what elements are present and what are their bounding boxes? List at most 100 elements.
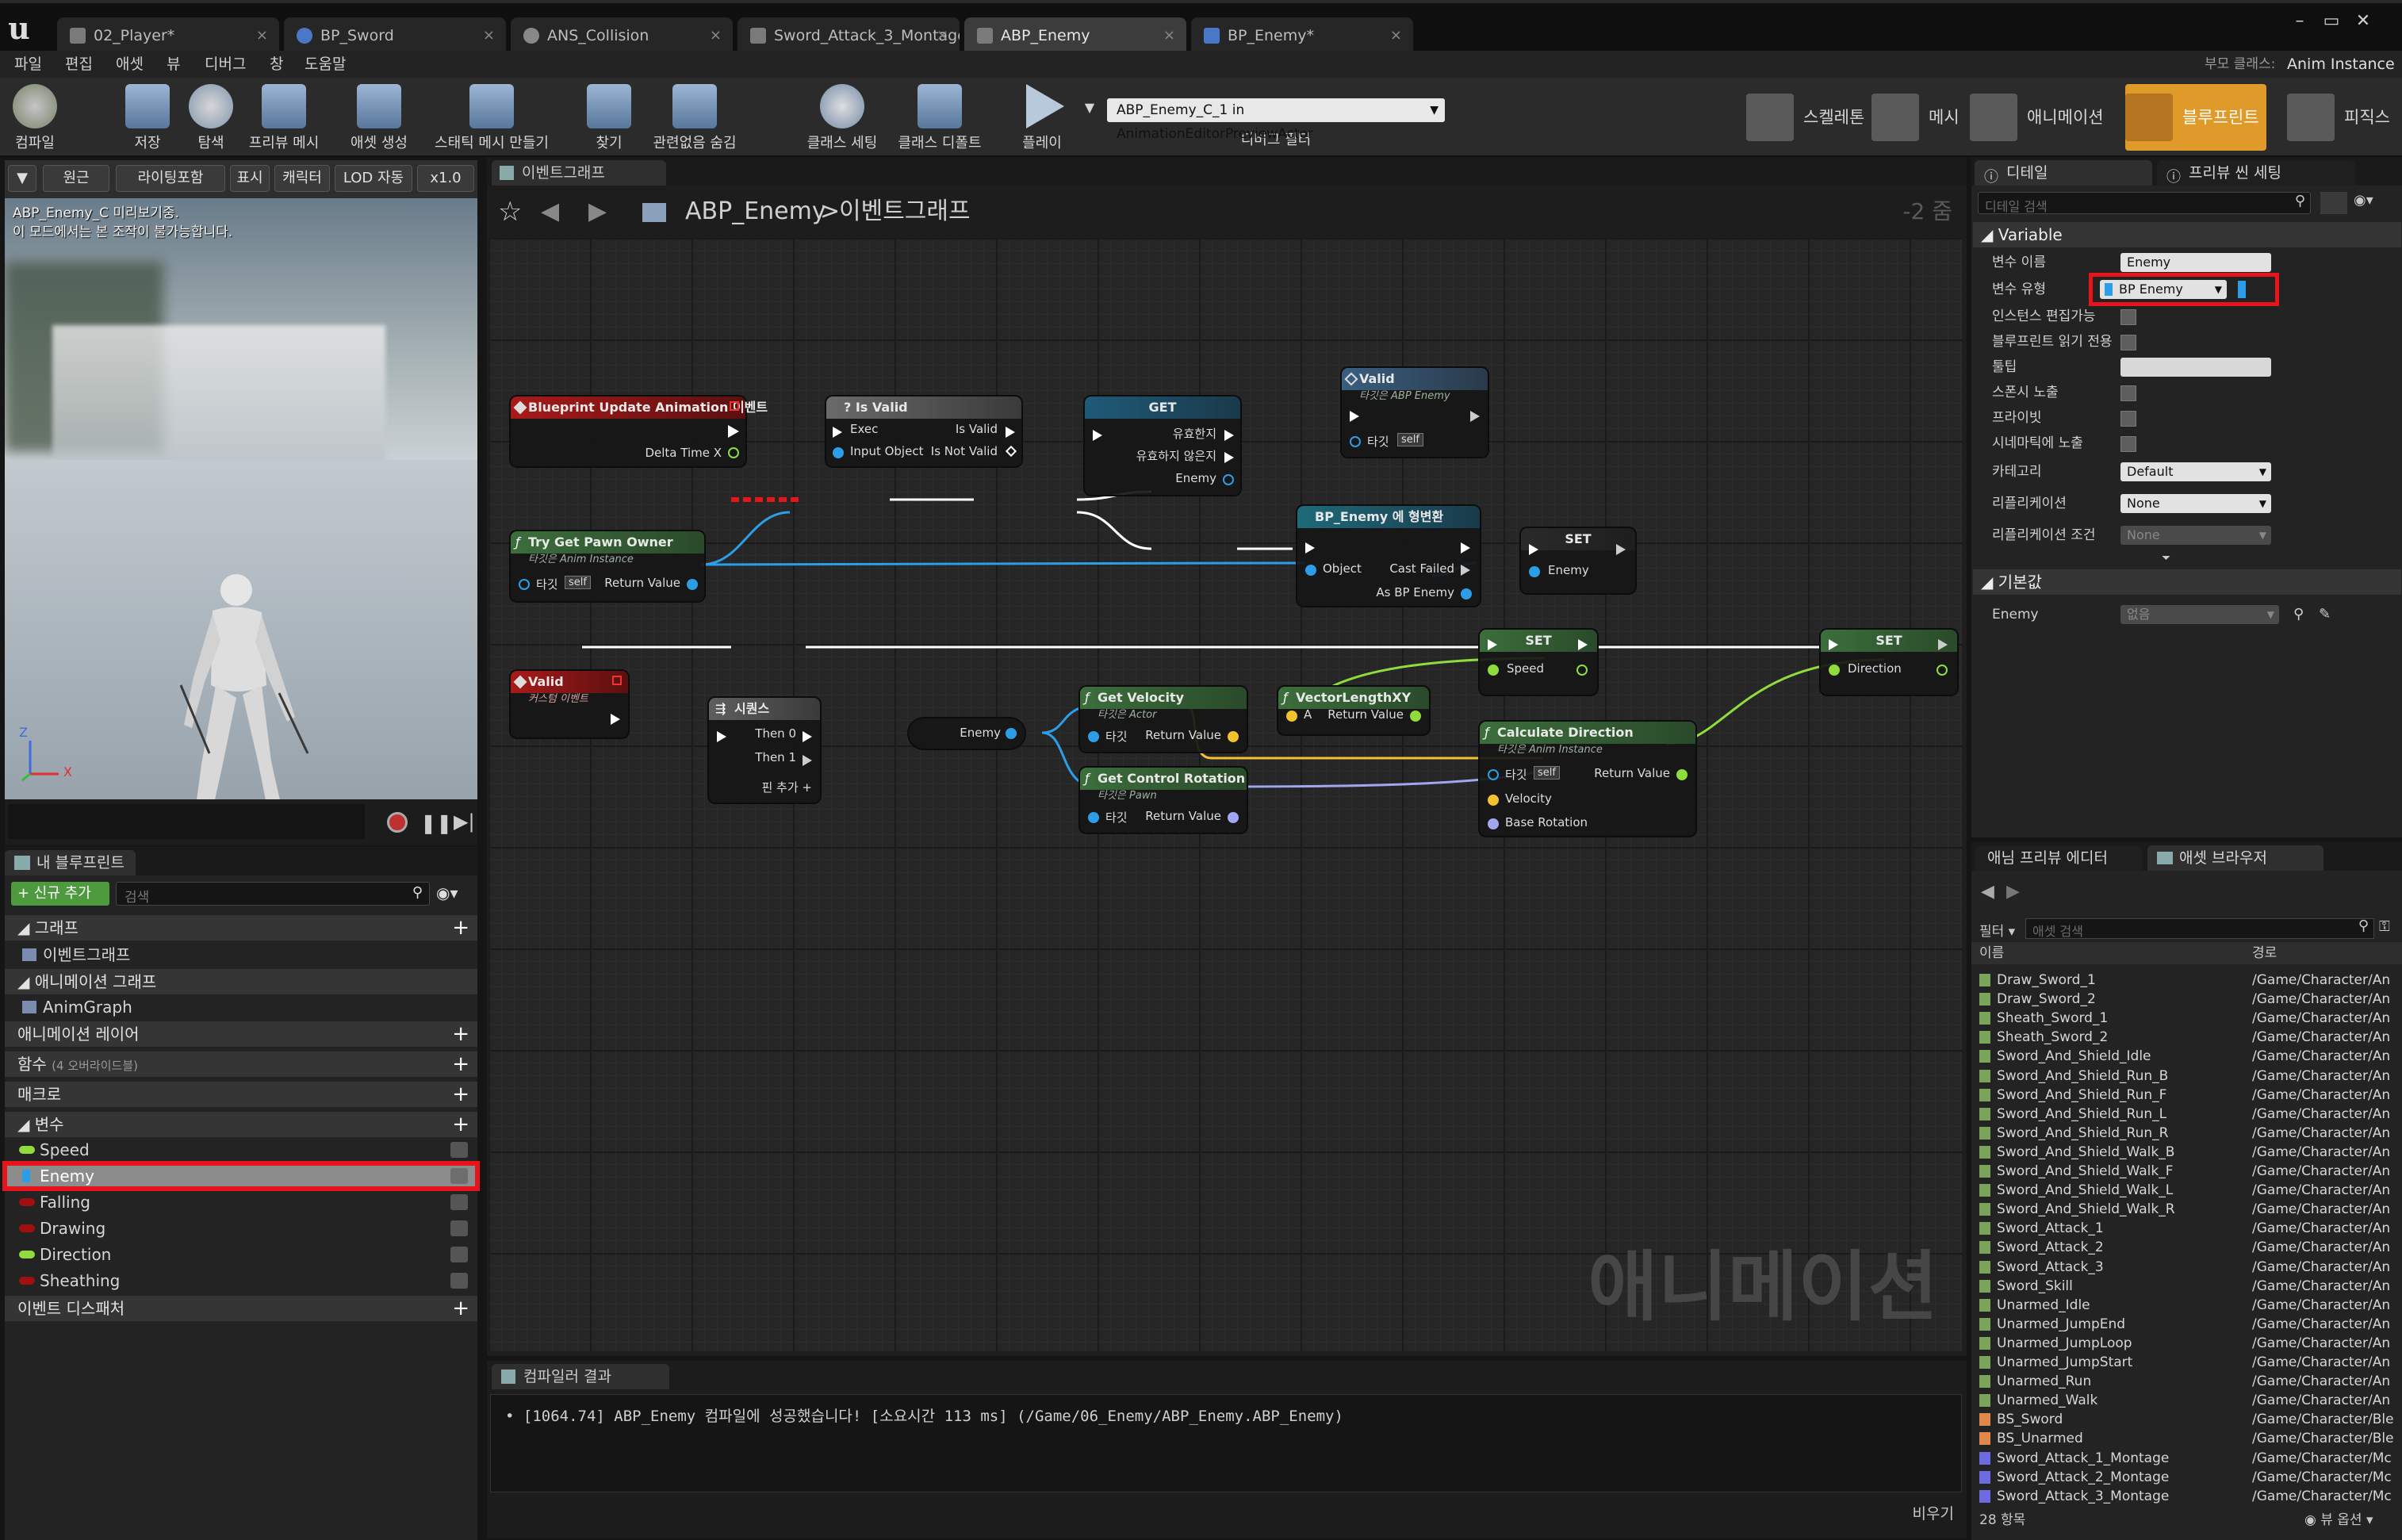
find-button[interactable]: 찾기 <box>579 78 639 157</box>
close-icon[interactable]: × <box>1163 17 1175 54</box>
visibility-eye-icon[interactable] <box>450 1142 468 1158</box>
exec-out-pin[interactable] <box>803 731 812 742</box>
make-static-mesh-button[interactable]: 스태틱 메시 만들기 <box>433 78 550 157</box>
node-get-velocity[interactable]: Get Velocity ƒ 타깃은 Actor 타깃 Return Value <box>1080 687 1247 752</box>
play-button[interactable]: 플레이 <box>1010 78 1074 157</box>
playback-speed-button[interactable]: x1.0 <box>417 165 474 192</box>
menu-edit[interactable]: 편집 <box>65 51 93 78</box>
node-valid-call[interactable]: Valid 타깃은 ABP Enemy 타깃 self <box>1342 368 1488 457</box>
close-icon[interactable]: × <box>1390 17 1402 54</box>
browse-button[interactable]: 탐색 <box>181 78 241 157</box>
tab-asset-browser[interactable]: 애셋 브라우저 <box>2147 845 2323 871</box>
rotator-out-pin[interactable] <box>1228 812 1239 823</box>
mode-blueprint[interactable]: 블루프린트 <box>2125 84 2266 151</box>
container-type-icon[interactable] <box>2238 281 2246 298</box>
category-dropdown[interactable]: Default ▼ <box>2120 462 2271 481</box>
node-set-direction[interactable]: SET Direction <box>1821 630 1957 695</box>
graph-item-event-graph[interactable]: 이벤트그래프 <box>5 942 477 967</box>
section-graphs[interactable]: ◢ 그래프 + <box>5 915 477 940</box>
tab-02-player[interactable]: 02_Player* × <box>57 17 279 54</box>
section-anim-graphs[interactable]: ◢ 애니메이션 그래프 <box>5 969 477 994</box>
delegate-pin-icon[interactable] <box>612 676 622 685</box>
exec-out-pin[interactable] <box>1224 430 1234 441</box>
asset-list-item[interactable]: Sword_And_Shield_Walk_B/Game/Character/A… <box>1979 1143 2400 1162</box>
filter-button[interactable]: 필터 ▾ <box>1979 920 2015 940</box>
mode-animation[interactable]: 애니메이션 <box>1970 84 2109 151</box>
target-in-pin[interactable] <box>519 579 530 590</box>
asset-list-item[interactable]: Sword_Attack_3_Montage/Game/Character/Mc <box>1979 1487 2400 1506</box>
viewport-menu-button[interactable]: ▼ <box>8 165 36 192</box>
mode-skeleton[interactable]: 스켈레톤 <box>1746 84 1865 151</box>
tab-bp-enemy[interactable]: BP_Enemy* × <box>1191 17 1413 54</box>
add-function-icon[interactable]: + <box>452 1052 469 1077</box>
asset-list-item[interactable]: Sword_Attack_3/Game/Character/An <box>1979 1258 2400 1277</box>
variable-enemy[interactable]: Enemy <box>2 1161 480 1191</box>
exec-in-pin[interactable] <box>833 427 842 438</box>
asset-list-item[interactable]: Draw_Sword_1/Game/Character/An <box>1979 971 2400 990</box>
variable-name-input[interactable]: Enemy <box>2120 253 2271 272</box>
record-icon[interactable] <box>387 812 408 833</box>
asset-list-item[interactable]: BS_Unarmed/Game/Character/Ble <box>1979 1429 2400 1448</box>
play-options-chevron-icon[interactable]: ▼ <box>1080 100 1099 119</box>
history-back-icon[interactable]: ◀ <box>1981 882 1994 902</box>
asset-list-item[interactable]: Sword_And_Shield_Run_L/Game/Character/An <box>1979 1105 2400 1124</box>
vector-in-pin[interactable] <box>1488 795 1499 806</box>
use-selected-icon[interactable]: ✎ <box>2319 603 2331 626</box>
node-vector-length-xy[interactable]: VectorLengthXY ƒ A Return Value <box>1278 687 1429 734</box>
tab-my-blueprint[interactable]: 내 블루프린트 <box>5 850 136 875</box>
tab-abp-enemy[interactable]: ABP_Enemy × <box>964 17 1186 54</box>
menu-file[interactable]: 파일 <box>14 51 42 78</box>
visibility-eye-icon[interactable]: ◉▾ <box>436 883 458 902</box>
tab-event-graph[interactable]: 이벤트그래프 <box>492 160 666 186</box>
tab-anim-preview-editor[interactable]: 애님 프리뷰 에디터 <box>1975 845 2143 871</box>
asset-list-item[interactable]: Sword_And_Shield_Run_F/Game/Character/An <box>1979 1086 2400 1105</box>
visibility-eye-icon[interactable] <box>450 1194 468 1210</box>
column-path[interactable]: 경로 <box>2252 942 2277 964</box>
node-set-speed[interactable]: SET Speed <box>1480 630 1597 695</box>
event-graph-canvas[interactable]: Blueprint Update Animation 이벤트 Delta Tim… <box>488 238 1962 1351</box>
close-icon[interactable]: × <box>937 17 948 54</box>
history-forward-icon[interactable]: ▶ <box>2006 882 2020 902</box>
breadcrumb-root[interactable]: ABP_Enemy <box>685 186 826 238</box>
close-icon[interactable]: × <box>256 17 268 54</box>
node-try-get-pawn-owner[interactable]: Try Get Pawn Owner ƒ 타깃은 Anim Instance 타… <box>511 531 704 601</box>
favorite-star-icon[interactable]: ☆ <box>498 186 522 238</box>
exec-out-pin[interactable] <box>803 755 812 766</box>
self-default[interactable]: self <box>1534 766 1560 780</box>
private-checkbox[interactable] <box>2120 411 2136 427</box>
mode-mesh[interactable]: 메시 <box>1871 84 1967 151</box>
menu-view[interactable]: 뷰 <box>167 51 180 78</box>
object-out-pin[interactable] <box>687 579 698 590</box>
exec-out-pin[interactable] <box>728 425 739 438</box>
exec-in-pin[interactable] <box>1093 430 1102 441</box>
asset-list-item[interactable]: Sword_And_Shield_Idle/Game/Character/An <box>1979 1047 2400 1066</box>
clear-button[interactable]: 비우기 <box>1913 1502 1954 1523</box>
asset-list-item[interactable]: Sword_And_Shield_Walk_F/Game/Character/A… <box>1979 1162 2400 1181</box>
variable-speed[interactable]: Speed <box>5 1137 477 1163</box>
minimize-icon[interactable]: – <box>2285 10 2314 33</box>
read-only-checkbox[interactable] <box>2120 335 2136 351</box>
tooltip-input[interactable] <box>2120 358 2271 377</box>
tab-compiler-results[interactable]: 컴파일러 결과 <box>492 1364 669 1389</box>
exec-out-pin[interactable] <box>1006 427 1015 438</box>
property-matrix-icon[interactable] <box>2320 192 2347 214</box>
node-sequence[interactable]: 시퀀스 ⇶ Then 0 Then 1 핀 추가 + <box>709 698 820 803</box>
add-dispatcher-icon[interactable]: + <box>452 1296 469 1321</box>
mode-physics[interactable]: 피직스 <box>2287 84 2398 151</box>
compile-button[interactable]: 컴파일 <box>5 78 65 157</box>
exec-in-pin[interactable] <box>1350 411 1359 422</box>
exec-out-pin[interactable] <box>1461 542 1470 554</box>
exec-out-pin[interactable] <box>611 714 620 725</box>
section-variable[interactable]: ◢ Variable <box>1973 222 2401 247</box>
asset-list-item[interactable]: Sword_Attack_2/Game/Character/An <box>1979 1238 2400 1257</box>
add-variable-icon[interactable]: + <box>452 1112 469 1137</box>
lock-icon[interactable]: ⚿ <box>2379 918 2390 935</box>
exec-out-pin[interactable] <box>1616 544 1626 555</box>
float-out-pin[interactable] <box>1410 711 1421 722</box>
breadcrumb-leaf[interactable]: 이벤트그래프 <box>839 186 971 238</box>
preview-mesh-button[interactable]: 프리뷰 메시 <box>246 78 322 157</box>
variable-falling[interactable]: Falling <box>5 1189 477 1215</box>
compiler-message[interactable]: [1064.74] ABP_Enemy 컴파일에 성공했습니다! [소요시간 1… <box>523 1408 1343 1425</box>
tab-details[interactable]: ⓘ 디테일 <box>1975 160 2152 186</box>
advanced-expand-icon[interactable]: ⏷ <box>2162 552 2170 565</box>
